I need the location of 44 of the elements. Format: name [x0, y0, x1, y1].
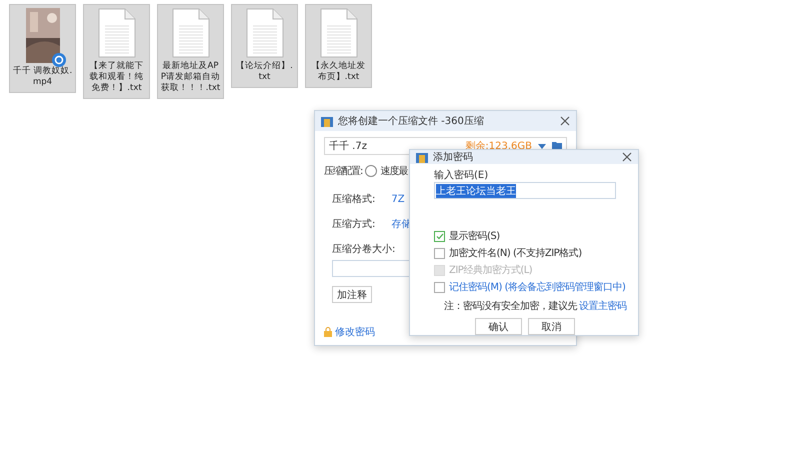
checkbox[interactable]	[434, 248, 445, 258]
text-file-icon	[98, 8, 136, 58]
setting-label: 压缩格式:	[332, 192, 376, 206]
lock-icon	[324, 327, 332, 337]
file-item[interactable]: 【来了就能下载和观看！纯免费！】.txt	[83, 4, 150, 99]
radio-label: 速度最	[380, 164, 408, 178]
file-name: 【永久地址发布页】.txt	[310, 61, 366, 83]
checkbox-label: ZIP经典加密方式(L)	[449, 264, 532, 277]
setting-label: 压缩方式:	[332, 218, 376, 231]
checkbox[interactable]	[434, 230, 445, 242]
note-text: 注：密码没有安全加密，建议先	[444, 300, 577, 313]
file-item[interactable]: 【论坛介绍】.txt	[231, 4, 298, 88]
split-size-label: 压缩分卷大小:	[332, 242, 396, 256]
file-name: 最新地址及APP请发邮箱自动获取！！！.txt	[160, 61, 220, 94]
close-icon[interactable]	[622, 152, 632, 162]
window-title: 您将创建一个压缩文件 -360压缩	[338, 114, 485, 128]
archive-icon	[321, 116, 333, 126]
file-item[interactable]: 最新地址及APP请发邮箱自动获取！！！.txt	[157, 4, 224, 99]
close-icon[interactable]	[560, 116, 570, 126]
set-master-password-link[interactable]: 设置主密码	[579, 299, 626, 313]
file-name: 千千 调教奴奴.mp4	[12, 66, 72, 88]
checkbox-label: 加密文件名(N) (不支持ZIP格式)	[449, 246, 582, 260]
archive-icon	[416, 152, 428, 162]
comment-button[interactable]: 加注释	[332, 286, 372, 303]
file-item[interactable]: 千千 调教奴奴.mp4	[9, 4, 76, 93]
play-badge-icon	[52, 53, 66, 67]
file-name: 【来了就能下载和观看！纯免费！】.txt	[88, 61, 144, 94]
text-file-icon	[246, 8, 284, 58]
config-label: 压缩配置:	[324, 164, 362, 178]
dialog-button[interactable]: 取消	[528, 318, 575, 335]
change-password-link[interactable]: 修改密码	[335, 325, 375, 339]
file-name: 【论坛介绍】.txt	[235, 61, 294, 83]
text-file-icon	[320, 8, 358, 58]
password-label: 输入密码(E)	[434, 168, 490, 182]
password-field[interactable]: 上老王论坛当老王	[434, 182, 616, 199]
checkbox[interactable]	[434, 282, 445, 292]
text-file-icon	[172, 8, 210, 58]
dialog-button[interactable]: 确认	[475, 318, 522, 335]
file-item[interactable]: 【永久地址发布页】.txt	[305, 4, 372, 88]
checkbox-label: 显示密码(S)	[449, 230, 500, 243]
radio-button[interactable]	[365, 165, 378, 177]
password-value: 上老王论坛当老王	[436, 184, 516, 198]
remember-password-link[interactable]: 记住密码(M) (将会备忘到密码管理窗口中)	[449, 280, 626, 294]
setting-value[interactable]: 7Z	[391, 194, 405, 204]
